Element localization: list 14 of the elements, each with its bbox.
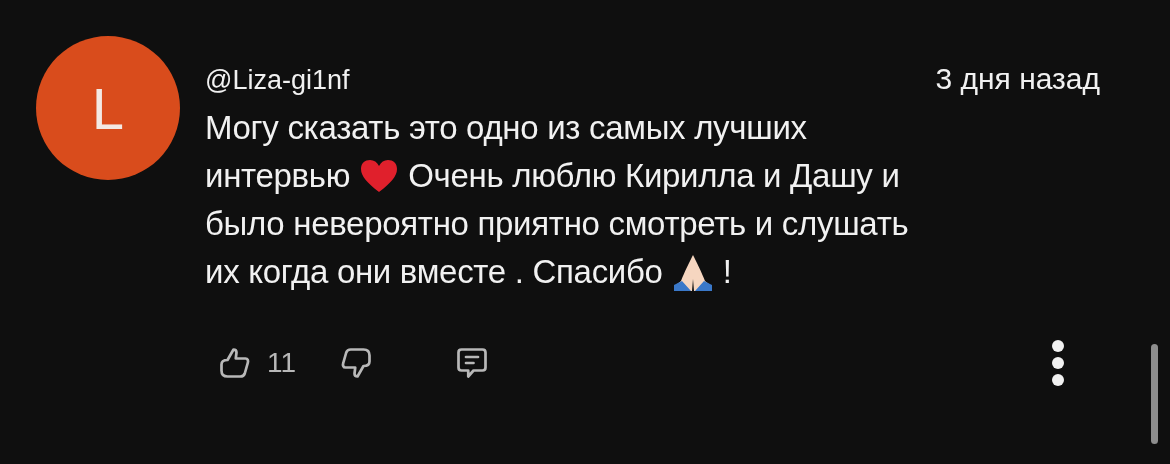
- heart-icon: [359, 158, 400, 194]
- comment-text: !: [722, 253, 732, 291]
- avatar[interactable]: L: [36, 36, 180, 180]
- comment-text: интервью: [205, 157, 351, 195]
- comment-text: Очень люблю Кирилла и Дашу и: [408, 157, 900, 195]
- comment-text: было невероятно приятно смотреть и слушать: [205, 205, 909, 243]
- author-name[interactable]: @Liza-gi1nf: [205, 65, 350, 96]
- like-button[interactable]: 11: [217, 345, 297, 381]
- scrollbar[interactable]: [1151, 344, 1158, 444]
- more-button[interactable]: [1051, 339, 1065, 387]
- comment-time: 3 дня назад: [935, 62, 1100, 96]
- comment-text: Могу сказать это одно из самых лучших: [205, 109, 807, 147]
- more-icon: [1051, 339, 1065, 387]
- comment-text: их когда они вместе . Спасибо: [205, 253, 663, 291]
